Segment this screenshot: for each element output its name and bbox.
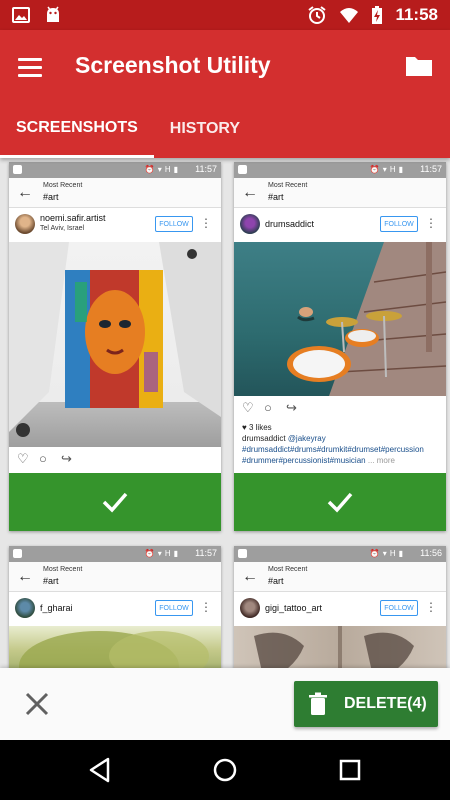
home-nav-icon[interactable] [209, 754, 241, 786]
tab-bar: SCREENSHOTS HISTORY [0, 100, 450, 158]
mini-location: Tel Aviv, Israel [40, 225, 85, 232]
mini-post-actions: ♡ ○ ↪ [234, 396, 446, 422]
close-icon[interactable] [20, 687, 54, 721]
mini-caption-mention: @jakeyray [287, 434, 326, 443]
back-nav-icon[interactable] [84, 754, 116, 786]
more-vert-icon: ⋮ [200, 216, 212, 230]
avatar [240, 214, 260, 234]
mini-user-row: f_gharai FOLLOW ⋮ [9, 592, 221, 626]
avatar [15, 214, 35, 234]
mini-follow-button: FOLLOW [155, 216, 193, 232]
mini-caption-hashtags: #drumsaddict#drums#drumkit#drumset#percu… [242, 445, 424, 465]
selection-action-bar: DELETE(4) [0, 668, 450, 740]
mini-username: gigi_tattoo_art [265, 603, 323, 613]
folder-icon[interactable] [404, 52, 434, 80]
delete-button[interactable]: DELETE(4) [294, 681, 438, 727]
screenshot-card[interactable]: ⏰▾H▮ 11:57 ← Most Recent #art drumsaddic… [234, 162, 446, 531]
tab-history[interactable]: HISTORY [154, 100, 256, 158]
mini-nav-title: Most Recent [43, 566, 83, 573]
screenshot-grid[interactable]: ⏰▾H▮ 11:57 ← Most Recent #art noemi.safi… [0, 158, 450, 668]
mini-status-bar: ⏰▾H▮ 11:57 [234, 162, 446, 178]
android-icon [47, 6, 59, 22]
mini-nav-bar: ← Most Recent #art [234, 562, 446, 592]
mini-nav-title: Most Recent [43, 182, 83, 189]
wifi-icon [340, 8, 359, 23]
mini-user-row: noemi.safir.artist Tel Aviv, Israel FOLL… [9, 208, 221, 242]
mini-nav-bar: ← Most Recent #art [9, 178, 221, 208]
back-arrow-icon: ← [242, 568, 258, 585]
gallery-painting-image [9, 242, 221, 437]
mini-time: 11:57 [195, 548, 217, 558]
screenshot-card[interactable]: ⏰▾H▮ 11:56 ← Most Recent #art gigi_tatto… [234, 546, 446, 668]
selected-overlay[interactable] [9, 473, 221, 531]
mini-follow-button: FOLLOW [380, 216, 418, 232]
mini-follow-button: FOLLOW [380, 600, 418, 616]
more-vert-icon: ⋮ [425, 216, 437, 230]
trash-icon [309, 692, 327, 715]
heart-icon: ♡ [242, 400, 254, 415]
avatar [15, 598, 35, 618]
app-title: Screenshot Utility [75, 52, 271, 78]
mini-username: noemi.safir.artist [40, 213, 106, 223]
mini-caption-user: drumsaddict [242, 434, 286, 443]
avatar [240, 598, 260, 618]
back-arrow-icon: ← [17, 184, 33, 201]
checkmark-icon [102, 492, 128, 513]
more-vert-icon: ⋮ [200, 600, 212, 614]
mini-time: 11:57 [420, 164, 442, 174]
tab-screenshots[interactable]: SCREENSHOTS [0, 100, 154, 158]
back-arrow-icon: ← [242, 184, 258, 201]
mini-follow-button: FOLLOW [155, 600, 193, 616]
mini-nav-subtitle: #art [268, 576, 284, 586]
mini-username: drumsaddict [265, 219, 315, 229]
selected-overlay[interactable] [234, 473, 446, 531]
post-image-tattoo [234, 626, 446, 668]
mini-status-bar: ⏰▾H▮ 11:57 [9, 546, 221, 562]
image-notification-icon [12, 7, 30, 23]
mini-post-actions: ♡ ○ ↪ [9, 447, 221, 473]
screenshot-card[interactable]: ⏰▾H▮ 11:57 ← Most Recent #art noemi.safi… [9, 162, 221, 531]
mini-nav-title: Most Recent [268, 566, 308, 573]
mini-nav-bar: ← Most Recent #art [234, 178, 446, 208]
status-bar: 11:58 [0, 0, 450, 30]
mini-nav-subtitle: #art [43, 576, 59, 586]
battery-charging-icon [372, 6, 383, 24]
comment-icon: ○ [264, 400, 272, 415]
mini-caption-more: ... more [367, 456, 395, 465]
comment-icon: ○ [39, 451, 47, 466]
mini-nav-subtitle: #art [43, 192, 59, 202]
hamburger-menu-icon[interactable] [18, 50, 52, 84]
screenshot-card[interactable]: ⏰▾H▮ 11:57 ← Most Recent #art f_gharai F… [9, 546, 221, 668]
status-time: 11:58 [395, 5, 438, 24]
mini-time: 11:57 [195, 164, 217, 174]
mini-user-row: gigi_tattoo_art FOLLOW ⋮ [234, 592, 446, 626]
mini-likes: ♥ 3 likes [242, 423, 272, 432]
app-bar: Screenshot Utility SCREENSHOTS HISTORY [0, 30, 450, 158]
more-vert-icon: ⋮ [425, 600, 437, 614]
tree-painting-image [19, 631, 209, 668]
mini-nav-bar: ← Most Recent #art [9, 562, 221, 592]
system-navigation-bar [0, 740, 450, 800]
alarm-icon [308, 6, 327, 24]
share-icon: ↪ [61, 451, 72, 466]
mini-nav-subtitle: #art [268, 192, 284, 202]
mini-status-bar: ⏰▾H▮ 11:57 [9, 162, 221, 178]
heart-icon: ♡ [17, 451, 29, 466]
mini-user-row: drumsaddict FOLLOW ⋮ [234, 208, 446, 242]
post-image-drums [234, 242, 446, 396]
back-arrow-icon: ← [17, 568, 33, 585]
recents-nav-icon[interactable] [334, 754, 366, 786]
mini-username: f_gharai [40, 603, 73, 613]
share-icon: ↪ [286, 400, 297, 415]
mini-post-caption: ♥ 3 likes drumsaddict @jakeyray #drumsad… [234, 422, 446, 466]
mini-nav-title: Most Recent [268, 182, 308, 189]
mini-status-bar: ⏰▾H▮ 11:56 [234, 546, 446, 562]
mini-time: 11:56 [420, 548, 442, 558]
drumkit-on-dock-image [287, 242, 446, 396]
post-image-tree [9, 626, 221, 668]
delete-button-label: DELETE(4) [344, 695, 427, 712]
post-image-gallery [9, 242, 221, 447]
checkmark-icon [327, 492, 353, 513]
tattoo-image [254, 626, 414, 668]
